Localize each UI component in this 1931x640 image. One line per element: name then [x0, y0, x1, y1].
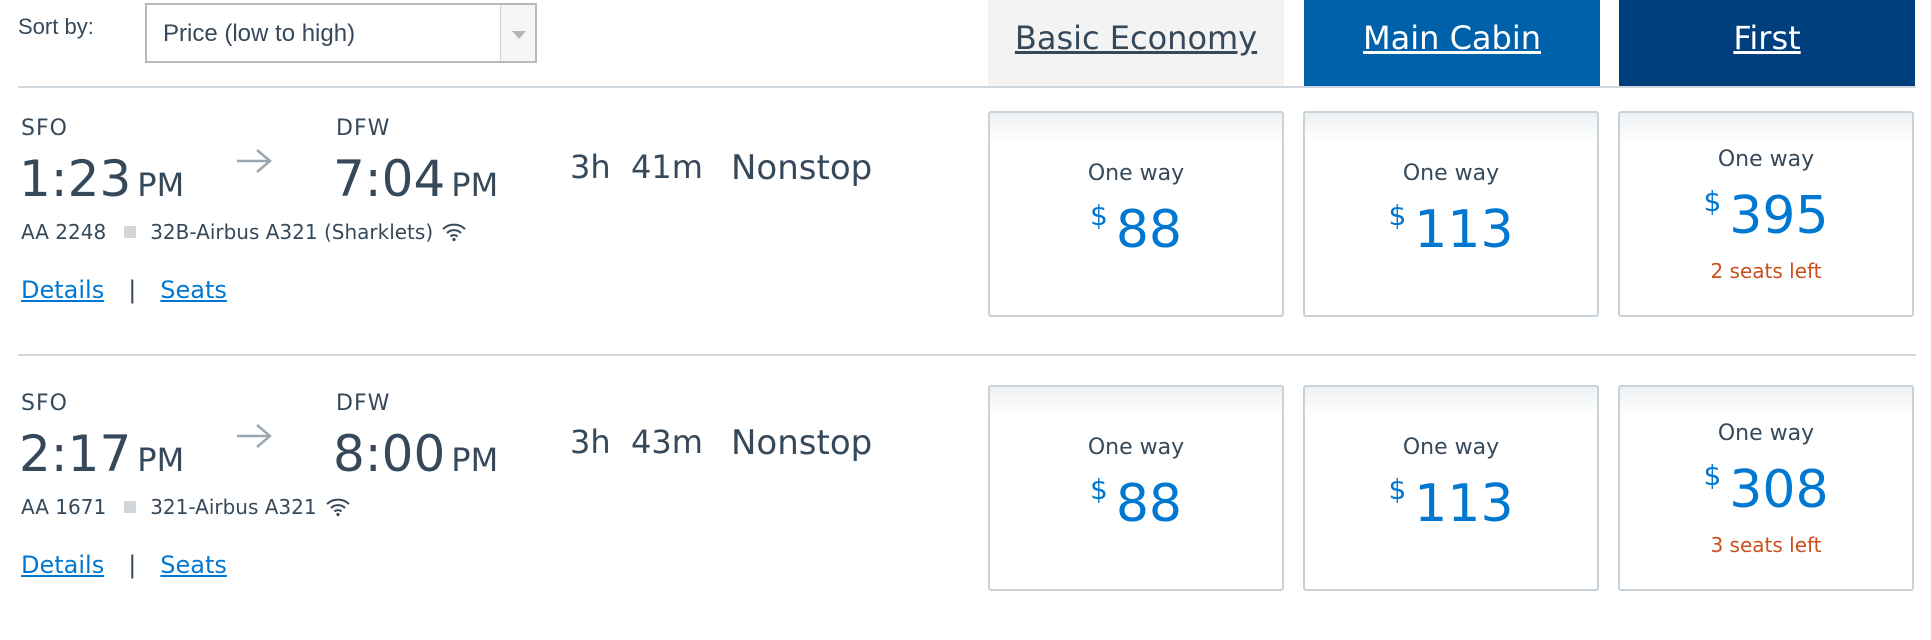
- fare-amount: 113: [1414, 200, 1514, 260]
- flight-links: Details | Seats: [21, 276, 227, 304]
- arrive-time-value: 8:00: [333, 425, 446, 483]
- seats-link[interactable]: Seats: [160, 551, 227, 579]
- arrive-time: 7:04 PM: [333, 150, 498, 208]
- dropdown-toggle[interactable]: [500, 5, 535, 61]
- fare-amount: 395: [1729, 186, 1829, 246]
- flight-number: AA 2248: [21, 220, 107, 244]
- aircraft-type: 321-Airbus A321: [150, 495, 317, 519]
- row-divider: [18, 354, 1916, 356]
- wifi-icon: [442, 223, 466, 242]
- tab-basic-economy[interactable]: Basic Economy: [988, 0, 1284, 86]
- destination-code: DFW: [336, 391, 391, 416]
- depart-time: 2:17 PM: [19, 425, 184, 483]
- fare-amount: 88: [1115, 200, 1182, 260]
- separator-square-icon: [124, 226, 137, 238]
- arrow-right-icon: [237, 424, 272, 448]
- origin-code: SFO: [21, 116, 68, 141]
- fare-label: One way: [1087, 435, 1185, 460]
- arrow-right-icon: [237, 149, 272, 173]
- fare-amount: 113: [1414, 474, 1514, 534]
- chevron-down-icon: [512, 31, 526, 39]
- depart-time-value: 1:23: [19, 150, 132, 208]
- flight-duration: 3h 43m: [570, 423, 703, 461]
- depart-ampm: PM: [137, 441, 185, 479]
- flight-stops: Nonstop: [731, 423, 873, 463]
- fare-main-cabin[interactable]: One way $113: [1303, 385, 1599, 591]
- aircraft-type: 32B-Airbus A321 (Sharklets): [150, 220, 434, 244]
- flight-duration: 3h 41m: [570, 148, 703, 186]
- currency-symbol: $: [1388, 199, 1407, 232]
- fare-price: $88: [990, 199, 1282, 260]
- origin-code: SFO: [21, 391, 68, 416]
- flight-links: Details | Seats: [21, 551, 227, 579]
- fare-label: One way: [1402, 435, 1500, 460]
- currency-symbol: $: [1090, 473, 1108, 506]
- fare-label: One way: [1402, 161, 1500, 186]
- fare-amount: 308: [1729, 460, 1829, 520]
- currency-symbol: $: [1703, 459, 1722, 492]
- fare-price: $113: [1305, 473, 1597, 534]
- fare-amount: 88: [1115, 474, 1182, 534]
- currency-symbol: $: [1388, 473, 1407, 506]
- flight-row: SFO 2:17 PM DFW 8:00 PM 3h 43m Nonstop AA …: [0, 365, 1931, 640]
- fare-label: One way: [1717, 421, 1815, 446]
- arrive-time-value: 7:04: [333, 150, 446, 208]
- fare-basic-economy[interactable]: One way $88: [988, 385, 1284, 591]
- seats-left-warning: 2 seats left: [1710, 259, 1822, 283]
- currency-symbol: $: [1703, 185, 1722, 218]
- details-link[interactable]: Details: [21, 276, 104, 304]
- link-separator: |: [128, 276, 137, 304]
- sort-label: Sort by:: [18, 14, 94, 39]
- fare-price: $88: [990, 473, 1282, 534]
- tab-first[interactable]: First: [1619, 0, 1915, 86]
- sort-selected-value: Price (low to high): [163, 20, 356, 47]
- arrive-ampm: PM: [451, 441, 499, 479]
- arrive-time: 8:00 PM: [333, 425, 498, 483]
- wifi-icon: [325, 498, 350, 517]
- sort-select[interactable]: Price (low to high): [145, 3, 537, 63]
- seats-link[interactable]: Seats: [160, 276, 227, 304]
- fare-label: One way: [1087, 161, 1185, 186]
- fare-price: $395: [1620, 185, 1912, 246]
- fare-label: One way: [1717, 147, 1815, 172]
- header-divider: [18, 86, 1916, 88]
- flight-stops: Nonstop: [731, 148, 873, 188]
- depart-time-value: 2:17: [19, 425, 132, 483]
- seats-left-warning: 3 seats left: [1710, 533, 1822, 557]
- fare-basic-economy[interactable]: One way $88: [988, 111, 1284, 317]
- fare-main-cabin[interactable]: One way $113: [1303, 111, 1599, 317]
- separator-square-icon: [124, 501, 137, 513]
- destination-code: DFW: [336, 116, 391, 141]
- flight-info: AA 1671 321-Airbus A321: [21, 495, 351, 519]
- fare-first[interactable]: One way $308 3 seats left: [1618, 385, 1914, 591]
- flight-number: AA 1671: [21, 495, 107, 519]
- arrive-ampm: PM: [451, 166, 499, 204]
- depart-ampm: PM: [137, 166, 185, 204]
- flight-row: SFO 1:23 PM DFW 7:04 PM 3h 41m Nonstop AA …: [0, 90, 1931, 365]
- currency-symbol: $: [1090, 199, 1108, 232]
- details-link[interactable]: Details: [21, 551, 104, 579]
- tab-main-cabin[interactable]: Main Cabin: [1304, 0, 1600, 86]
- fare-price: $308: [1620, 459, 1912, 520]
- depart-time: 1:23 PM: [19, 150, 184, 208]
- flight-info: AA 2248 32B-Airbus A321 (Sharklets): [21, 220, 467, 244]
- fare-first[interactable]: One way $395 2 seats left: [1618, 111, 1914, 317]
- fare-price: $113: [1305, 199, 1597, 260]
- link-separator: |: [128, 551, 137, 579]
